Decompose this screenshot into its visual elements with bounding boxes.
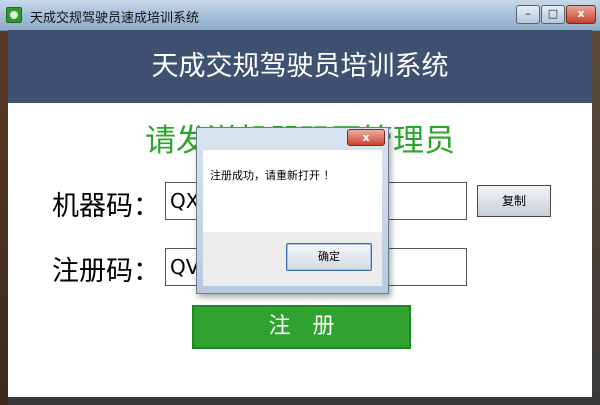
- maximize-button[interactable]: □: [541, 5, 565, 24]
- header-banner: 天成交规驾驶员培训系统: [8, 30, 592, 103]
- app-icon: [6, 7, 22, 23]
- success-dialog: x 注册成功，请重新打开 ！ 确定: [196, 127, 389, 294]
- page-title: 天成交规驾驶员培训系统: [151, 51, 449, 82]
- register-button[interactable]: 注册: [192, 305, 411, 349]
- main-window: 天成交规驾驶员速成培训系统 – □ x 天成交规驾驶员培训系统 请发送机器码至管…: [0, 0, 600, 405]
- minimize-button[interactable]: –: [516, 5, 540, 24]
- dialog-ok-button[interactable]: 确定: [286, 243, 372, 271]
- dialog-close-button[interactable]: x: [347, 129, 385, 146]
- dialog-body: [203, 150, 382, 232]
- title-bar[interactable]: 天成交规驾驶员速成培训系统 – □ x: [0, 0, 600, 31]
- machine-code-label: 机器码：: [52, 191, 160, 222]
- window-title: 天成交规驾驶员速成培训系统: [30, 11, 200, 26]
- copy-button[interactable]: 复制: [477, 185, 551, 217]
- close-button[interactable]: x: [566, 5, 596, 24]
- window-frame-bottom: [8, 397, 592, 405]
- dialog-message: 注册成功，请重新打开 ！: [210, 169, 335, 182]
- registration-code-label: 注册码：: [52, 256, 160, 287]
